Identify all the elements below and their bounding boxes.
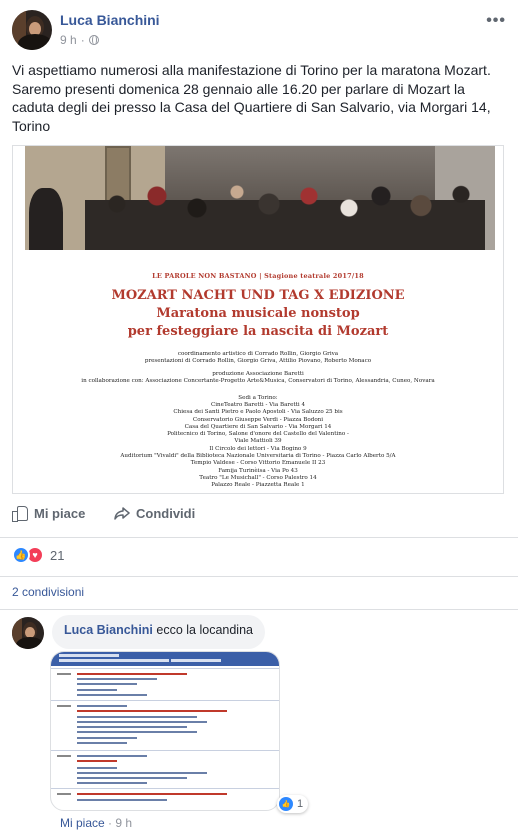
poster-venue: Casa del Quartiere di San Salvario - Via… bbox=[184, 423, 332, 430]
poster-venue: Chiesa dei Santi Pietro e Paolo Apostoli… bbox=[173, 409, 343, 416]
divider bbox=[0, 537, 518, 538]
post-header: Luca Bianchini 9 h · ••• bbox=[12, 10, 506, 54]
comment-like-button[interactable]: Mi piace bbox=[60, 816, 105, 830]
share-button-label: Condividi bbox=[136, 505, 196, 521]
share-icon bbox=[114, 507, 130, 520]
poster-venue: CineTeatro Baretti - Via Baretti 4 bbox=[210, 402, 306, 408]
comment-actions: Mi piace · 9 h bbox=[60, 816, 132, 830]
poster-venue: Politecnico di Torino, Salone d'onore de… bbox=[167, 431, 349, 438]
commenter-avatar[interactable] bbox=[12, 617, 44, 649]
comment-reaction-count: 1 bbox=[297, 798, 304, 810]
poster-venues-list: CineTeatro Baretti - Via Baretti 4 Chies… bbox=[13, 402, 503, 490]
post-actions: Mi piace Condividi bbox=[12, 505, 506, 527]
crowd-photo bbox=[25, 146, 495, 250]
poster-presentations: presentazioni di Corrado Rollin, Giorgio… bbox=[144, 358, 372, 364]
poster-venue: Palazzo Reale - Piazzetta Reale 1 bbox=[211, 482, 305, 489]
like-icon: 👍 bbox=[279, 797, 293, 811]
globe-icon[interactable] bbox=[88, 35, 99, 45]
comment-bubble: Luca Bianchini ecco la locandina bbox=[52, 615, 265, 649]
post-author-name[interactable]: Luca Bianchini bbox=[60, 12, 160, 28]
poster-venues-title: Sedi a Torino: bbox=[238, 395, 278, 401]
poster-venue: Auditorium "Vivaldi" della Biblioteca Na… bbox=[120, 453, 396, 460]
author-avatar[interactable] bbox=[12, 10, 52, 50]
like-icon: 👍 bbox=[12, 546, 30, 564]
shares-count-link[interactable]: 2 condivisioni bbox=[12, 585, 84, 599]
poster-coordination: coordinamento artistico di Corrado Rolli… bbox=[177, 351, 339, 357]
post-text: Vi aspettiamo numerosi alla manifestazio… bbox=[12, 62, 491, 134]
poster-venue: Il Circolo dei lettori - Via Bogino 9 bbox=[209, 445, 307, 452]
poster-venue: Teatro "Le Musichall" - Corso Palestro 1… bbox=[199, 474, 317, 481]
poster-venue: Famija Turinèisa - Via Po 43 bbox=[218, 467, 298, 474]
post-image[interactable]: LE PAROLE NON BASTANO | Stagione teatral… bbox=[12, 145, 504, 494]
thumbs-up-icon bbox=[12, 505, 28, 522]
poster-production: produzione Associazione Baretti bbox=[212, 371, 304, 377]
reaction-count: 21 bbox=[50, 547, 65, 563]
poster-collaboration: in collaborazione con: Associazione Conc… bbox=[81, 378, 435, 384]
poster-venue: Tempio Valdese - Corso Vittorio Emanuele… bbox=[190, 460, 326, 467]
comment-timestamp[interactable]: 9 h bbox=[115, 816, 132, 830]
poster-venue: Conservatorio Giuseppe Verdi - Piazza Bo… bbox=[192, 416, 324, 423]
poster-header: LE PAROLE NON BASTANO | Stagione teatral… bbox=[152, 272, 364, 280]
like-button[interactable]: Mi piace bbox=[12, 505, 86, 522]
post-meta: 9 h · bbox=[60, 33, 99, 47]
comment-attachment-image[interactable] bbox=[50, 651, 280, 811]
comment-reactions[interactable]: 👍 1 bbox=[277, 795, 309, 813]
reactions-summary[interactable]: 👍 ♥ 21 bbox=[12, 546, 64, 564]
more-options-button[interactable]: ••• bbox=[486, 12, 506, 30]
divider bbox=[0, 576, 518, 577]
like-button-label: Mi piace bbox=[34, 505, 86, 521]
post-timestamp[interactable]: 9 h bbox=[60, 33, 77, 47]
meta-separator: · bbox=[80, 33, 85, 47]
poster-venue: Viale Mattioli 39 bbox=[234, 438, 282, 445]
poster-title: MOZART NACHT UND TAG X EDIZIONE bbox=[111, 288, 405, 303]
poster-subtitle: Maratona musicale nonstop bbox=[156, 306, 360, 321]
poster-subtitle-2: per festeggiare la nascita di Mozart bbox=[127, 324, 389, 339]
share-button[interactable]: Condividi bbox=[114, 505, 195, 521]
comment-text: ecco la locandina bbox=[156, 623, 253, 637]
divider bbox=[0, 609, 518, 610]
comment-author[interactable]: Luca Bianchini bbox=[64, 623, 153, 637]
comment-actions-separator: · bbox=[108, 816, 113, 830]
